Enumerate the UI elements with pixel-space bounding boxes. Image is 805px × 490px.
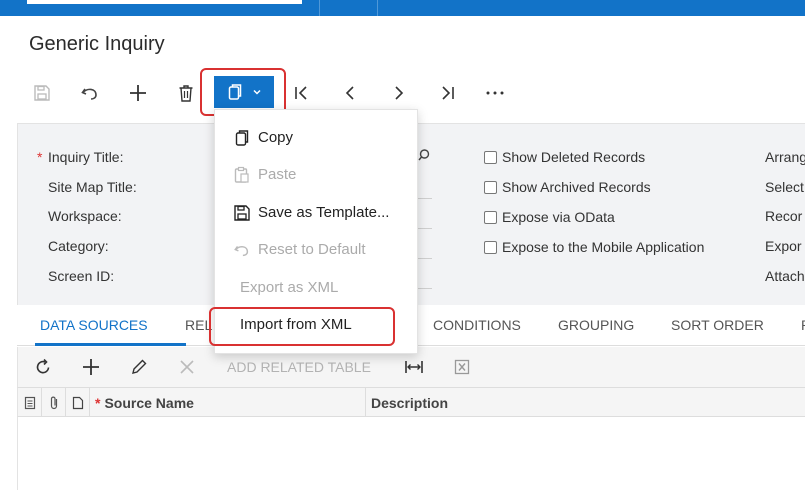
global-search-input[interactable] [27, 0, 302, 4]
first-record-button[interactable] [287, 78, 317, 108]
plus-icon [130, 85, 146, 101]
expose-via-odata-checkbox[interactable]: Expose via OData [484, 209, 615, 225]
attachments-column-header[interactable] [42, 388, 66, 417]
site-map-title-field[interactable] [418, 198, 432, 199]
workspace-label: Workspace: [48, 208, 122, 224]
save-button[interactable] [27, 78, 57, 108]
category-label: Category: [48, 238, 109, 254]
paste-icon [234, 166, 249, 183]
expose-mobile-checkbox[interactable]: Expose to the Mobile Application [484, 239, 704, 255]
reset-icon [234, 245, 249, 257]
inquiry-title-label: Inquiry Title: [48, 149, 124, 165]
trash-icon [179, 85, 193, 102]
source-name-column-header[interactable]: * Source Name [90, 388, 366, 417]
show-archived-records-checkbox[interactable]: Show Archived Records [484, 179, 651, 195]
files-column-header[interactable] [18, 388, 42, 417]
delete-row-button[interactable] [173, 353, 201, 381]
undo-icon [81, 88, 97, 100]
right-column-label: Attach [765, 268, 805, 284]
top-bar-divider [319, 0, 320, 16]
checkbox-label: Expose via OData [502, 209, 615, 225]
fit-columns-button[interactable] [400, 353, 428, 381]
undo-button[interactable] [75, 78, 105, 108]
tab-grouping[interactable]: GROUPING [558, 317, 634, 333]
delete-button[interactable] [171, 78, 201, 108]
more-icon [486, 91, 504, 95]
close-icon [180, 360, 194, 374]
menu-item-label: Copy [258, 129, 294, 146]
workspace-field[interactable] [418, 228, 432, 229]
add-button[interactable] [123, 78, 153, 108]
menu-item-label: Reset to Default [258, 241, 366, 258]
document-stack-icon [24, 396, 35, 409]
note-icon [72, 396, 83, 409]
highlight-box [209, 307, 395, 346]
tab-sort-order[interactable]: SORT ORDER [671, 317, 764, 333]
grid-header: * Source Name Description [17, 387, 805, 417]
category-field[interactable] [418, 258, 432, 259]
save-icon [234, 205, 250, 221]
checkbox-label: Show Archived Records [502, 179, 651, 195]
tab-next[interactable]: R [801, 317, 805, 333]
notes-column-header[interactable] [66, 388, 90, 417]
menu-item-label: Export as XML [240, 279, 339, 296]
right-column-label: Arrang [765, 149, 805, 165]
required-marker: * [95, 394, 101, 411]
menu-item-label: Save as Template... [258, 204, 390, 221]
pencil-icon [132, 359, 147, 374]
last-page-icon [442, 86, 454, 100]
paperclip-icon [50, 396, 57, 409]
checkbox-box[interactable] [484, 210, 497, 224]
checkbox-label: Show Deleted Records [502, 149, 646, 165]
chevron-right-icon [395, 86, 404, 100]
add-related-table-button[interactable]: ADD RELATED TABLE [227, 359, 371, 375]
tab-data-sources[interactable]: DATA SOURCES [40, 317, 148, 333]
copy-icon [235, 130, 249, 146]
fit-width-icon [405, 361, 423, 373]
right-column-label: Expor [765, 238, 802, 254]
refresh-button[interactable] [29, 353, 57, 381]
export-excel-button[interactable] [448, 353, 476, 381]
edit-row-button[interactable] [125, 353, 153, 381]
grid-body [17, 417, 805, 490]
top-bar [0, 0, 805, 16]
active-tab-indicator [35, 343, 186, 346]
refresh-icon [36, 358, 50, 374]
description-column-header[interactable]: Description [371, 395, 448, 411]
checkbox-box[interactable] [484, 240, 497, 254]
save-icon [34, 85, 50, 101]
tab-conditions[interactable]: CONDITIONS [433, 317, 521, 333]
page-title: Generic Inquiry [29, 33, 165, 55]
chevron-left-icon [345, 86, 354, 100]
first-page-icon [295, 86, 307, 100]
plus-icon [83, 359, 99, 375]
menu-item-label: Paste [258, 166, 297, 183]
source-name-header-label: Source Name [104, 394, 194, 411]
more-actions-button[interactable] [480, 78, 510, 108]
screen-id-label: Screen ID: [48, 268, 115, 284]
required-marker: * [37, 149, 43, 165]
top-bar-divider [377, 0, 378, 16]
checkbox-box[interactable] [484, 180, 497, 194]
menu-item-reset-to-default[interactable]: Reset to Default [215, 232, 419, 268]
menu-item-copy[interactable]: Copy [215, 120, 419, 156]
screen-id-field[interactable] [418, 288, 432, 289]
right-column-label: Recor [765, 208, 803, 224]
menu-item-save-as-template[interactable]: Save as Template... [215, 195, 419, 231]
next-record-button[interactable] [384, 78, 414, 108]
checkbox-box[interactable] [484, 150, 497, 164]
last-record-button[interactable] [432, 78, 462, 108]
search-icon[interactable] [417, 148, 431, 162]
menu-item-paste[interactable]: Paste [215, 157, 419, 193]
excel-icon [454, 359, 470, 375]
add-row-button[interactable] [77, 353, 105, 381]
show-deleted-records-checkbox[interactable]: Show Deleted Records [484, 149, 645, 165]
right-column-label: Select [765, 179, 804, 195]
menu-item-export-as-xml[interactable]: Export as XML [215, 270, 419, 306]
previous-record-button[interactable] [335, 78, 365, 108]
checkbox-label: Expose to the Mobile Application [502, 239, 705, 255]
site-map-title-label: Site Map Title: [48, 179, 137, 195]
